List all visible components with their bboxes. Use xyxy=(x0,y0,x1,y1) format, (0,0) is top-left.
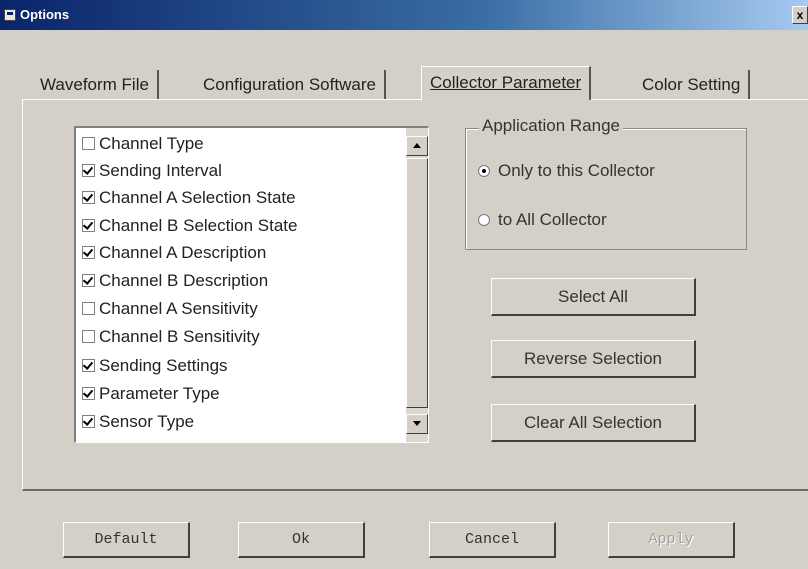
tab-label: Collector Parameter xyxy=(430,73,582,92)
close-icon[interactable]: x xyxy=(792,6,808,24)
tab-label: Configuration Software xyxy=(203,75,376,94)
tab-color-setting[interactable]: Color Setting xyxy=(634,70,751,100)
tab-panel xyxy=(22,99,808,491)
tab-waveform-file[interactable]: Waveform File xyxy=(32,70,159,100)
cancel-button[interactable]: Cancel xyxy=(429,522,556,558)
tab-label: Color Setting xyxy=(642,75,741,94)
apply-button[interactable]: Apply xyxy=(608,522,735,558)
options-window-icon xyxy=(4,9,16,21)
title-bar: Options x xyxy=(0,0,808,30)
tab-label: Waveform File xyxy=(40,75,149,94)
default-button[interactable]: Default xyxy=(63,522,190,558)
window-title: Options xyxy=(20,7,70,22)
tab-configuration-software[interactable]: Configuration Software xyxy=(195,70,386,100)
tab-collector-parameter[interactable]: Collector Parameter xyxy=(421,66,592,100)
ok-button[interactable]: Ok xyxy=(238,522,365,558)
